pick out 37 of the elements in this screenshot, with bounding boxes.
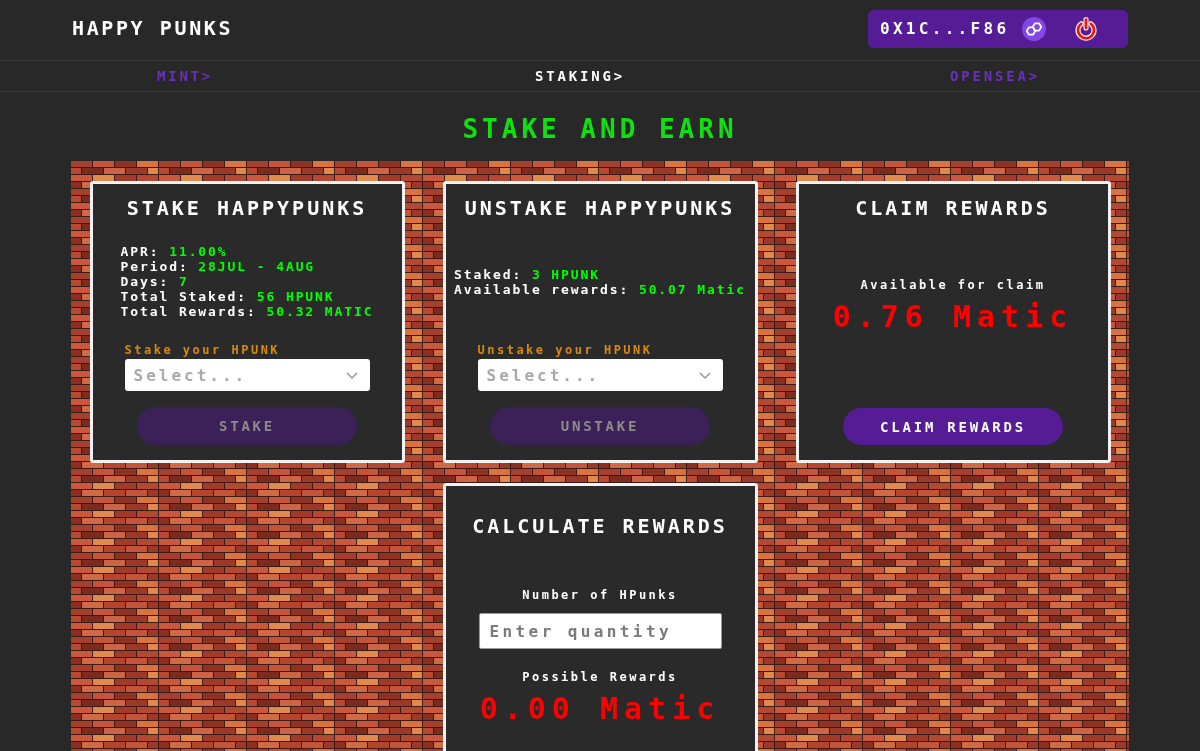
stat-value: 7 [178,274,189,289]
claim-button[interactable]: CLAIM REWARDS [843,408,1063,445]
stat-label: Available rewards: [454,281,630,297]
select-field[interactable]: Select... [477,359,723,391]
caption-text: Possible Rewards [522,670,678,684]
stat-label: Staked: [454,266,523,282]
stat-value: 50.32 MATIC [266,304,374,319]
wallet-address[interactable]: 0X1C...F86 [880,19,1010,39]
reward-amount: 0.00 Matic [479,691,721,727]
nav-link[interactable]: STAKING> [535,67,625,85]
linked-hexagons-icon [1022,17,1047,41]
stat-label: APR: [120,244,160,259]
field-label: Number of HPunks [522,588,678,602]
site-title: HAPPY PUNKS [72,16,234,40]
stat-value: 28JUL - 4AUG [198,259,316,274]
stat-value: 11.00% [169,244,228,259]
field-label: Unstake your HPUNK [477,343,654,357]
quantity-input[interactable]: Enter quantity [478,613,722,649]
reward-amount: 0.76 Matic [832,298,1074,335]
stat-value: 50.07 Matic [638,281,746,297]
stat-label: Days: [120,274,170,289]
select-field[interactable]: Select... [124,359,370,391]
field-label: Stake your HPUNK [124,343,282,357]
chevron-down-icon [345,371,358,379]
stat-value: 56 HPUNK [256,289,335,304]
caption-text: Available for claim [860,277,1046,292]
card-title: UNSTAKE HAPPYPUNKS [464,196,736,220]
stat-label: Total Staked: [120,289,247,304]
stat-value: 3 HPUNK [531,266,600,282]
card-title: CLAIM REWARDS [855,196,1051,220]
chevron-down-icon [698,371,711,379]
power-icon[interactable] [1074,17,1099,41]
stat-label: Period: [120,259,189,274]
stat-label: Total Rewards: [120,304,257,319]
page-heading: STAKE AND EARN [461,114,739,144]
card-title: CALCULATE REWARDS [472,514,728,538]
card-title: STAKE HAPPYPUNKS [126,196,368,220]
